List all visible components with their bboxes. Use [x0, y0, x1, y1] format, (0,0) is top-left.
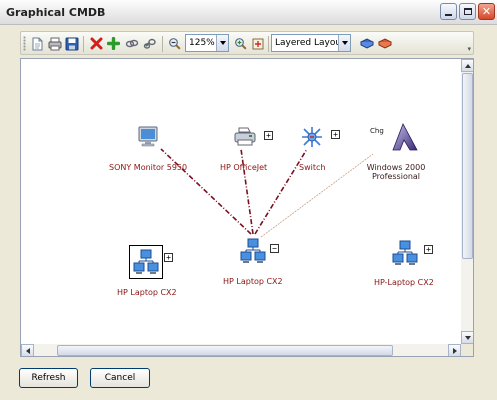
edge-monitor	[160, 148, 252, 235]
change-badge: Chg	[370, 127, 384, 135]
node-printer[interactable]	[233, 126, 259, 148]
print-icon	[48, 37, 61, 50]
node-label: HP-Laptop CX2	[374, 278, 434, 287]
graph-edges	[160, 148, 374, 238]
printer-icon	[234, 127, 256, 146]
book-blue-icon	[359, 38, 374, 49]
maximize-button[interactable]	[459, 3, 476, 20]
node-label: Switch	[299, 163, 326, 172]
node-windows[interactable]	[391, 122, 419, 152]
minimize-button[interactable]	[440, 3, 457, 20]
zoom-out-button[interactable]	[167, 36, 182, 51]
node-label: SONY Monitor 5950	[109, 163, 188, 172]
expand-toggle-icon[interactable]: +	[331, 130, 340, 139]
toolbar-separator	[162, 36, 163, 52]
expand-toggle-icon[interactable]: +	[164, 253, 173, 262]
network-icon	[133, 249, 159, 274]
new-document-icon	[32, 37, 43, 50]
scroll-left-button[interactable]	[21, 344, 34, 356]
arrow-left-icon	[25, 347, 30, 354]
add-icon	[107, 37, 120, 50]
delete-icon	[90, 37, 103, 50]
network-icon	[392, 240, 418, 265]
title-bar[interactable]: Graphical CMDB ✕	[0, 0, 497, 25]
network-icon	[240, 238, 266, 263]
legend-blue-button[interactable]	[359, 36, 374, 51]
scroll-down-button[interactable]	[461, 331, 473, 344]
fit-icon	[252, 38, 263, 49]
toolbar-grip[interactable]	[23, 36, 26, 51]
chevron-down-icon[interactable]	[216, 35, 228, 51]
horizontal-scrollbar[interactable]	[21, 344, 461, 356]
toolbar-overflow-icon[interactable]: ▾	[467, 45, 471, 53]
collapse-toggle-icon[interactable]: −	[270, 244, 279, 253]
close-button[interactable]: ✕	[478, 3, 495, 20]
toolbar: 125% Layered Layout ▾	[20, 31, 474, 55]
minimize-icon	[445, 13, 452, 16]
node-monitor[interactable]	[137, 126, 159, 148]
fit-to-window-button[interactable]	[250, 36, 265, 51]
toolbar-separator	[268, 36, 269, 52]
refresh-button[interactable]: Refresh	[19, 368, 78, 388]
new-document-button[interactable]	[30, 36, 45, 51]
horizontal-scroll-thumb[interactable]	[57, 345, 393, 356]
link-icon	[125, 39, 138, 48]
zoom-select[interactable]: 125%	[185, 34, 229, 52]
save-button[interactable]	[64, 36, 79, 51]
close-icon: ✕	[481, 5, 492, 18]
save-icon	[65, 37, 78, 50]
scrollbar-corner	[461, 344, 473, 356]
add-button[interactable]	[106, 36, 121, 51]
layout-select[interactable]: Layered Layout	[271, 34, 351, 52]
node-laptop-right[interactable]	[392, 240, 418, 266]
arrow-up-icon	[464, 63, 471, 68]
vertical-scrollbar[interactable]	[461, 59, 473, 344]
os-icon	[392, 123, 418, 151]
delete-button[interactable]	[89, 36, 104, 51]
chevron-down-icon[interactable]	[338, 35, 350, 51]
monitor-icon	[138, 126, 158, 147]
node-laptop-left[interactable]	[133, 249, 159, 275]
cancel-button[interactable]: Cancel	[90, 368, 150, 388]
arrow-right-icon	[452, 347, 457, 354]
unlink-button[interactable]	[142, 36, 157, 51]
layout-select-value: Layered Layout	[275, 38, 345, 48]
arrow-down-icon	[464, 335, 471, 340]
expand-toggle-icon[interactable]: +	[424, 245, 433, 254]
scroll-right-button[interactable]	[448, 344, 461, 356]
node-label: HP Laptop CX2	[223, 277, 283, 286]
zoom-select-value: 125%	[189, 38, 215, 48]
print-button[interactable]	[47, 36, 62, 51]
unlink-icon	[143, 38, 156, 49]
scroll-up-button[interactable]	[461, 59, 473, 72]
toolbar-separator	[83, 36, 84, 52]
switch-icon	[302, 127, 322, 147]
edge-printer	[240, 148, 254, 235]
book-red-icon	[377, 38, 392, 49]
vertical-scroll-thumb[interactable]	[462, 73, 473, 259]
node-label-line: Windows 2000	[366, 163, 426, 172]
node-label: HP OfficeJet	[220, 163, 268, 172]
node-label-line: Professional	[371, 172, 421, 181]
edge-switch	[254, 148, 308, 235]
zoom-in-icon	[235, 38, 247, 50]
link-button[interactable]	[124, 36, 139, 51]
graph-canvas[interactable]: SONY Monitor 5950 + HP OfficeJet + Switc…	[20, 58, 474, 357]
expand-toggle-icon[interactable]: +	[264, 131, 273, 140]
zoom-out-icon	[169, 38, 181, 50]
node-label: HP Laptop CX2	[117, 288, 177, 297]
legend-red-button[interactable]	[377, 36, 392, 51]
zoom-in-button[interactable]	[233, 36, 248, 51]
maximize-icon	[463, 8, 472, 15]
node-label: Windows 2000 Professional	[361, 163, 431, 181]
node-laptop-center[interactable]	[240, 238, 266, 264]
graphical-cmdb-window: Graphical CMDB ✕ 125% Layered Layout ▾ S…	[0, 0, 497, 400]
node-switch[interactable]	[299, 125, 325, 149]
window-title: Graphical CMDB	[6, 6, 106, 19]
